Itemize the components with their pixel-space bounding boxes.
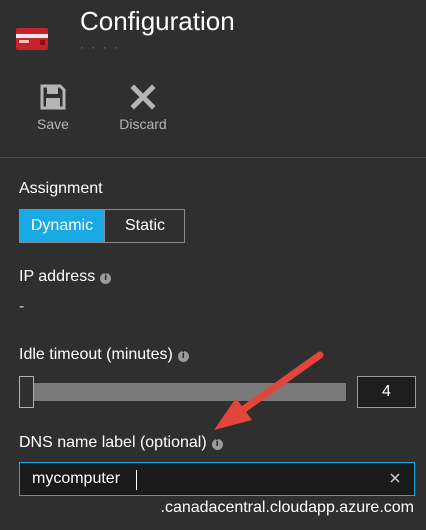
assignment-option-static[interactable]: Static: [105, 210, 185, 242]
app-icon: [16, 28, 48, 50]
clear-icon[interactable]: [386, 469, 404, 487]
assignment-option-dynamic[interactable]: Dynamic: [20, 210, 105, 242]
header-divider: [0, 157, 426, 158]
dns-name-input[interactable]: [32, 463, 372, 495]
page-title: Configuration: [80, 6, 235, 36]
assignment-label: Assignment: [19, 180, 103, 197]
idle-timeout-label-row: Idle timeout (minutes) i: [19, 346, 189, 364]
info-icon[interactable]: i: [177, 351, 189, 362]
dns-suffix: .canadacentral.cloudapp.azure.com: [160, 499, 415, 516]
dns-name-field[interactable]: [19, 462, 415, 496]
discard-button[interactable]: Discard: [108, 84, 178, 132]
idle-timeout-value-box[interactable]: 4: [357, 376, 416, 408]
ip-address-label: IP address: [19, 268, 96, 285]
idle-timeout-slider-track[interactable]: [19, 383, 346, 401]
idle-timeout-label: Idle timeout (minutes): [19, 346, 173, 363]
blade-header: Configuration · · · · Save Discard: [0, 0, 426, 158]
save-icon: [40, 84, 66, 110]
save-label: Save: [37, 116, 69, 132]
info-icon[interactable]: i: [211, 439, 223, 450]
text-caret: [136, 470, 137, 490]
ip-address-value: -: [19, 298, 25, 315]
discard-label: Discard: [119, 116, 167, 132]
page-subtitle: · · · ·: [80, 40, 120, 54]
idle-timeout-slider-thumb[interactable]: [19, 376, 34, 408]
dns-name-label: DNS name label (optional): [19, 434, 207, 451]
info-icon[interactable]: i: [100, 273, 112, 284]
save-button[interactable]: Save: [18, 84, 88, 132]
discard-icon: [130, 84, 156, 110]
ip-address-label-row: IP address i: [19, 268, 112, 286]
dns-label-row: DNS name label (optional) i: [19, 434, 223, 452]
assignment-toggle[interactable]: Dynamic Static: [19, 209, 185, 243]
